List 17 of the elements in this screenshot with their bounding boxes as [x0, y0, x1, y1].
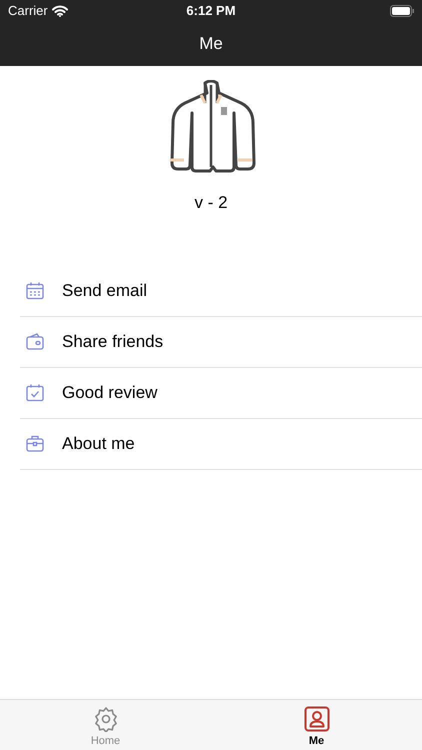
menu-item[interactable]: Share friends	[20, 316, 422, 368]
calendar-icon	[25, 280, 45, 300]
menu-item[interactable]: About me	[20, 418, 422, 470]
battery-icon	[390, 5, 414, 17]
person-icon	[304, 706, 330, 732]
wifi-icon	[52, 5, 68, 17]
briefcase-icon	[25, 434, 45, 454]
wallet-icon	[25, 332, 45, 352]
menu-item[interactable]: Send email	[20, 266, 422, 316]
settings-icon	[92, 706, 118, 732]
tab[interactable]: Me	[211, 700, 422, 750]
nav-title: Me	[199, 33, 223, 56]
menu-item[interactable]: Good review	[20, 368, 422, 418]
carrier-label: Carrier	[8, 2, 48, 20]
version-label: v - 2	[194, 192, 228, 214]
status-time: 6:12 PM	[186, 2, 236, 20]
calendar-check-icon	[25, 382, 45, 402]
